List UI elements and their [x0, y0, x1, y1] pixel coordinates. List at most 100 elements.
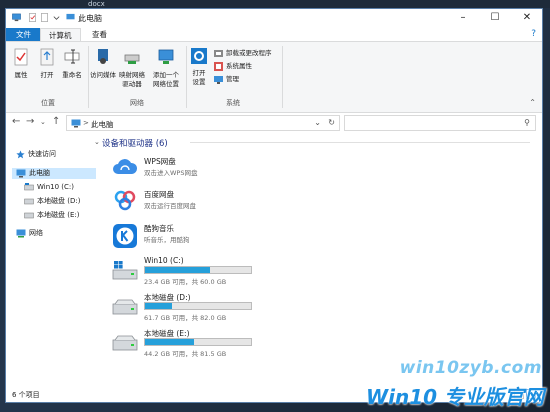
divider: [88, 46, 89, 108]
drive-item-c[interactable]: Win10 (C:) 23.4 GB 可用，共 60.0 GB: [112, 256, 262, 286]
drive-icon: [112, 335, 138, 351]
address-bar-row: ← → ⌄ ↑ > 此电脑 ⌄ ↻ ⚲: [6, 113, 542, 133]
map-drive-button[interactable]: 映射网络 驱动器: [116, 48, 148, 89]
drive-icon: [24, 212, 34, 219]
drive-icon: [112, 299, 138, 315]
drive-usage-fill: [145, 339, 194, 345]
nav-network[interactable]: 网络: [16, 228, 43, 239]
uninstall-button[interactable]: 卸载或更改程序: [214, 48, 272, 58]
group-network-label: 网络: [130, 99, 144, 107]
access-media-button[interactable]: 访问媒体: [90, 48, 116, 80]
open-label: 打开: [40, 71, 54, 79]
folder-title-icon: [66, 13, 75, 20]
system-properties-icon: [214, 61, 223, 71]
open-settings-label-1: 打开: [192, 69, 206, 77]
nav-network-label: 网络: [29, 229, 43, 237]
drive-space: 61.7 GB 可用，共 82.0 GB: [144, 314, 227, 322]
back-arrow-icon[interactable]: ←: [12, 116, 20, 127]
drive-name: Win10 (C:): [144, 256, 184, 265]
up-arrow-icon[interactable]: ↑: [52, 116, 60, 127]
ribbon-tabs: 文件 计算机 查看 ?: [6, 27, 542, 42]
app-description: 双击运行百度网盘: [144, 202, 196, 210]
recent-dropdown-icon[interactable]: ⌄: [40, 118, 46, 126]
customize-qat-icon[interactable]: [52, 13, 61, 22]
drive-usage-bar: [144, 302, 252, 310]
tab-file[interactable]: 文件: [6, 28, 41, 41]
cloud-icon: [113, 159, 138, 174]
desktop-bar: [0, 0, 550, 8]
drive-usage-bar: [144, 266, 252, 274]
drive-icon: [24, 183, 34, 191]
properties-quick-icon[interactable]: [28, 13, 37, 22]
search-icon: ⚲: [524, 118, 530, 127]
search-input[interactable]: ⚲: [344, 115, 536, 131]
forward-arrow-icon[interactable]: →: [26, 116, 34, 127]
map-drive-icon: [124, 54, 140, 64]
content-pane: ⌄ 设备和驱动器 (6) WPS网盘 双击进入WPS网盘 百度网盘 双击运行百度…: [94, 135, 538, 385]
drive-space: 44.2 GB 可用，共 81.5 GB: [144, 350, 227, 358]
network-location-icon: [158, 49, 174, 64]
drive-item-d[interactable]: 本地磁盘 (D:) 61.7 GB 可用，共 82.0 GB: [112, 292, 262, 322]
tab-view[interactable]: 查看: [84, 28, 115, 41]
address-dropdown-icon[interactable]: ⌄: [314, 118, 321, 127]
nav-drive-c-label: Win10 (C:): [37, 183, 74, 191]
rename-icon: [64, 49, 80, 64]
properties-label: 属性: [14, 71, 28, 79]
nav-this-pc-label: 此电脑: [29, 169, 50, 177]
ribbon: 属性 打开 重命名 位置 访问媒体 映射网络 驱动器 添加一个 网络位置 网络: [6, 41, 542, 113]
access-media-label: 访问媒体: [90, 71, 116, 79]
nav-drive-c[interactable]: Win10 (C:): [24, 182, 74, 193]
drive-usage-bar: [144, 338, 252, 346]
help-icon[interactable]: ?: [531, 29, 536, 39]
watermark-url: win10zyb.com: [399, 358, 542, 378]
manage-button[interactable]: 管理: [214, 74, 239, 84]
tab-computer[interactable]: 计算机: [40, 28, 81, 42]
nav-quick-access[interactable]: 快速访问: [16, 149, 56, 160]
nav-this-pc[interactable]: 此电脑: [12, 168, 96, 179]
add-network-location-button[interactable]: 添加一个 网络位置: [150, 48, 182, 89]
devices-group-title[interactable]: 设备和驱动器 (6): [102, 137, 168, 149]
minimize-button[interactable]: –: [448, 11, 478, 25]
close-button[interactable]: ✕: [512, 11, 542, 25]
drive-usage-fill: [145, 303, 172, 309]
explorer-window: 此电脑 – ☐ ✕ 文件 计算机 查看 ? 属性 打开 重命名 位置 访问媒体: [5, 8, 543, 403]
group-location-label: 位置: [41, 99, 55, 107]
breadcrumb-this-pc[interactable]: 此电脑: [91, 119, 114, 130]
divider: [282, 46, 283, 108]
nav-drive-d-label: 本地磁盘 (D:): [37, 197, 81, 205]
address-bar[interactable]: > 此电脑 ⌄ ↻: [66, 115, 340, 131]
refresh-icon[interactable]: ↻: [328, 118, 335, 127]
chevron-down-icon[interactable]: ⌄: [94, 138, 100, 146]
drive-usage-fill: [145, 267, 210, 273]
system-properties-button[interactable]: 系统属性: [214, 61, 252, 71]
computer-icon: [71, 119, 81, 128]
app-description: 双击进入WPS网盘: [144, 169, 198, 177]
system-properties-label: 系统属性: [226, 62, 252, 70]
maximize-button[interactable]: ☐: [480, 11, 510, 25]
open-icon: [40, 48, 54, 66]
map-drive-label-2: 驱动器: [122, 80, 142, 88]
rename-button[interactable]: 重命名: [60, 48, 84, 80]
open-button[interactable]: 打开: [36, 48, 58, 80]
uninstall-label: 卸载或更改程序: [226, 49, 272, 57]
nav-drive-e[interactable]: 本地磁盘 (E:): [24, 210, 79, 221]
uninstall-icon: [214, 49, 223, 57]
star-icon: [16, 149, 25, 158]
app-name: WPS网盘: [144, 157, 176, 166]
drive-icon: [24, 198, 34, 205]
media-icon: [98, 49, 108, 64]
collapse-ribbon-icon[interactable]: ⌃: [529, 98, 536, 107]
open-settings-button[interactable]: 打开 设置: [188, 48, 210, 87]
item-count: 6 个项目: [12, 391, 40, 399]
desktop-label: docx: [88, 0, 105, 8]
drive-item-e[interactable]: 本地磁盘 (E:) 44.2 GB 可用，共 81.5 GB: [112, 328, 262, 358]
title-bar: 此电脑 – ☐ ✕: [6, 9, 542, 27]
nav-drive-d[interactable]: 本地磁盘 (D:): [24, 196, 80, 207]
new-folder-quick-icon[interactable]: [40, 13, 49, 22]
divider: [186, 46, 187, 108]
app-description: 听音乐，用酷狗: [144, 236, 190, 244]
properties-button[interactable]: 属性: [10, 48, 32, 80]
rename-label: 重命名: [62, 71, 82, 79]
computer-icon: [16, 169, 26, 177]
properties-icon: [14, 48, 28, 66]
